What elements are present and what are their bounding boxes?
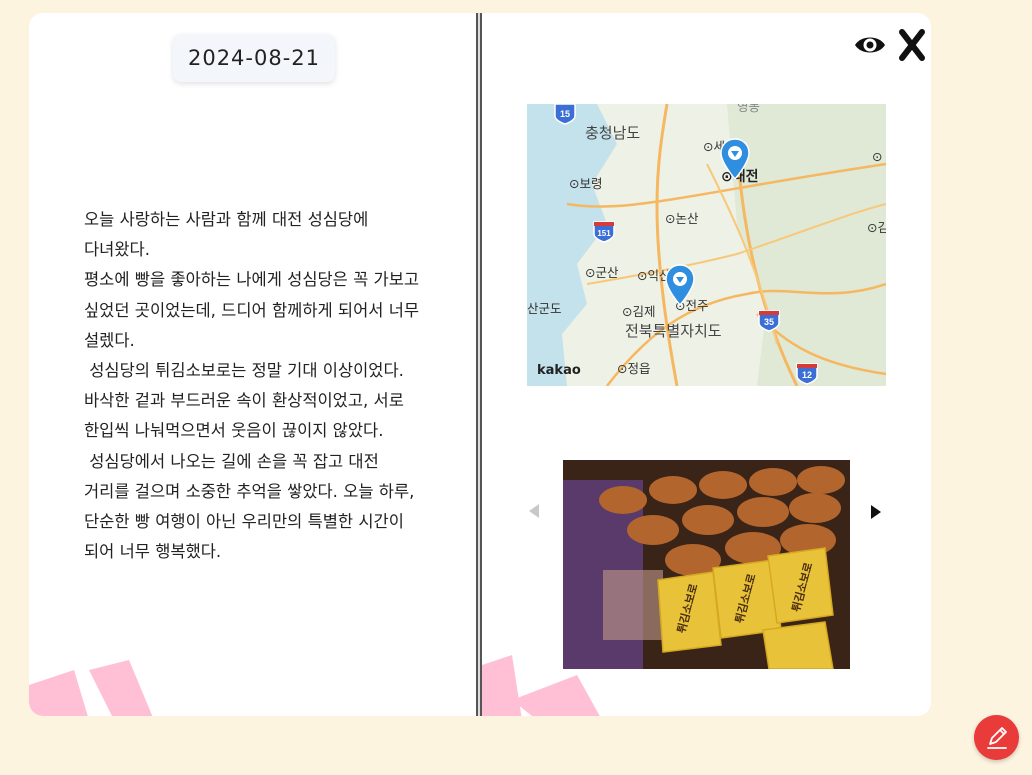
map-marker-daejeon[interactable]	[719, 137, 751, 181]
map-label-gunsan: ⊙군산	[585, 265, 619, 280]
diary-date: 2024-08-21	[173, 34, 335, 82]
top-toolbar	[853, 29, 925, 61]
pencil-icon	[986, 726, 1007, 749]
edit-button[interactable]	[974, 715, 1019, 760]
map-dot-right: ⊙	[872, 149, 883, 164]
map-label-top: 영동	[737, 104, 761, 114]
diary-book: 2024-08-21 오늘 사랑하는 사람과 함께 대전 성심당에 다녀왔다. …	[29, 13, 931, 716]
right-page: 영동 충청남도 ⊙세종 ⊙대전 ⊙보령 ⊙논산 ⊙김 ⊙군산 ⊙익산 산군도 ⊙…	[482, 13, 931, 716]
left-page: 2024-08-21 오늘 사랑하는 사람과 함께 대전 성심당에 다녀왔다. …	[29, 13, 478, 716]
map-label-nonsan: ⊙논산	[665, 211, 699, 226]
eye-icon[interactable]	[853, 32, 887, 58]
map-label-jeonbuk: 전북특별자치도	[625, 322, 722, 340]
kakao-logo: kakao	[537, 363, 581, 378]
map-label-gunsangundo: 산군도	[527, 301, 562, 316]
route-shield-15: 15	[554, 104, 576, 125]
map-label-jeongeup: ⊙정읍	[617, 361, 651, 376]
map-label-boryeong: ⊙보령	[569, 176, 603, 191]
map-marker-jeonju[interactable]	[664, 263, 696, 307]
map-label-gim: ⊙김	[867, 220, 886, 235]
map-view[interactable]: 영동 충청남도 ⊙세종 ⊙대전 ⊙보령 ⊙논산 ⊙김 ⊙군산 ⊙익산 산군도 ⊙…	[527, 104, 886, 386]
svg-text:151: 151	[597, 229, 611, 238]
route-shield-151: 151	[593, 221, 615, 243]
svg-text:15: 15	[560, 109, 570, 119]
route-shield-12: 12	[796, 363, 818, 385]
svg-text:35: 35	[764, 317, 774, 327]
triangle-left-icon[interactable]	[527, 502, 541, 524]
triangle-right-icon[interactable]	[869, 503, 883, 525]
map-label-gimje: ⊙김제	[622, 304, 656, 319]
pink-decoration-left	[29, 660, 153, 716]
close-icon[interactable]	[899, 29, 925, 61]
route-shield-35: 35	[758, 310, 780, 332]
bakery-photo: 튀김소보로 튀김소보로 튀김소보로	[563, 460, 850, 669]
svg-text:12: 12	[802, 370, 812, 380]
map-label-chungnam: 충청남도	[585, 124, 641, 142]
diary-text: 오늘 사랑하는 사람과 함께 대전 성심당에 다녀왔다. 평소에 빵을 좋아하는…	[84, 210, 420, 562]
